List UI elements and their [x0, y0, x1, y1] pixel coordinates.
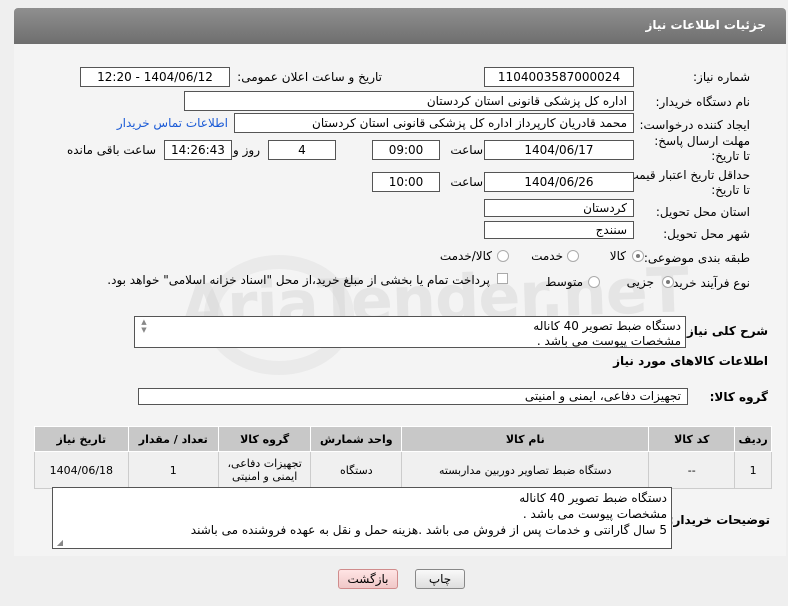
validity-time-field: 10:00	[372, 172, 440, 192]
process-minor-radio[interactable]	[662, 276, 674, 288]
table-row: 1404/06/18 1 تجهیزات دفاعی، ایمنی و امنی…	[34, 451, 772, 489]
buyer-contact-link[interactable]: اطلاعات تماس خریدار	[117, 116, 228, 130]
deadline-label: مهلت ارسال پاسخ: تا تاریخ:	[654, 134, 750, 163]
col-group: گروه کالا	[217, 426, 312, 452]
treasury-payment-text: پرداخت تمام یا بخشی از مبلغ خرید،از محل …	[107, 273, 490, 287]
creator-field: محمد قادریان کارپرداز اداره کل پزشکی قان…	[234, 113, 634, 133]
category-goods-radio[interactable]	[632, 250, 644, 262]
remaining-label: ساعت باقی مانده	[66, 143, 156, 157]
process-label: نوع فرآیند خرید :	[665, 276, 750, 290]
buyer-notes-label: توضیحات خریدار:	[668, 513, 770, 527]
province-field: کردستان	[484, 199, 634, 217]
process-minor-label: جزیی	[626, 275, 654, 289]
validity-date-field: 1404/06/26	[484, 172, 634, 192]
col-qty: تعداد / مقدار	[127, 426, 219, 452]
announce-label: تاریخ و ساعت اعلان عمومی:	[237, 70, 382, 84]
buyer-field: اداره کل پزشکی قانونی استان کردستان	[184, 91, 634, 111]
cell-code: --	[648, 451, 736, 489]
buyer-label: نام دستگاه خریدار:	[655, 95, 751, 109]
goods-section-title: اطلاعات کالاهای مورد نیاز	[613, 354, 768, 368]
buyer-notes-line-1: دستگاه ضبط تصویر 40 کاناله	[519, 491, 667, 505]
goods-table: تاریخ نیاز تعداد / مقدار گروه کالا واحد …	[34, 426, 772, 489]
description-label: شرح کلی نیاز:	[682, 324, 768, 338]
need-number-field: 1104003587000024	[484, 67, 634, 87]
process-medium-radio[interactable]	[588, 276, 600, 288]
cell-name: دستگاه ضبط تصاویر دوربین مداربسته	[401, 451, 650, 489]
cell-group-line-1: تجهیزات دفاعی،	[227, 457, 302, 470]
goods-group-label: گروه کالا:	[709, 390, 768, 404]
validity-label: حداقل تاریخ اعتبار قیمت: تا تاریخ:	[623, 168, 750, 197]
col-code: کد کالا	[648, 426, 736, 452]
cell-group: تجهیزات دفاعی، ایمنی و امنیتی	[217, 451, 312, 489]
cell-date: 1404/06/18	[34, 451, 129, 489]
category-service-label: خدمت	[531, 249, 563, 263]
category-goods-service-label: کالا/خدمت	[439, 249, 492, 263]
print-button[interactable]: چاپ	[415, 569, 465, 589]
days-field: 4	[268, 140, 336, 160]
category-goods-label: کالا	[609, 249, 626, 263]
city-label: شهر محل تحویل:	[663, 227, 750, 241]
page-header: جزئیات اطلاعات نیاز	[14, 8, 786, 44]
process-medium-label: متوسط	[545, 275, 583, 289]
description-textarea[interactable]: دستگاه ضبط تصویر 40 کاناله مشخصات پیوست …	[134, 316, 686, 348]
deadline-time-label: ساعت	[450, 143, 483, 157]
deadline-date-field: 1404/06/17	[484, 140, 634, 160]
col-date: تاریخ نیاز	[34, 426, 129, 452]
buyer-notes-line-3: 5 سال گارانتی و خدمات پس از فروش می باشد…	[190, 523, 667, 537]
province-label: استان محل تحویل:	[655, 205, 750, 219]
col-unit: واحد شمارش	[310, 426, 403, 452]
page-title: جزئیات اطلاعات نیاز	[645, 18, 766, 32]
cell-index: 1	[734, 451, 772, 489]
creator-label: ایجاد کننده درخواست:	[639, 118, 750, 132]
days-label: روز و	[233, 143, 260, 157]
deadline-time-field: 09:00	[372, 140, 440, 160]
category-service-radio[interactable]	[567, 250, 579, 262]
col-name: نام کالا	[401, 426, 650, 452]
goods-group-field: تجهیزات دفاعی، ایمنی و امنیتی	[138, 388, 688, 405]
buyer-notes-line-2: مشخصات پیوست می باشد .	[522, 507, 667, 521]
description-line-2: مشخصات پیوست می باشد .	[536, 334, 681, 348]
city-field: سنندج	[484, 221, 634, 239]
cell-unit: دستگاه	[310, 451, 403, 489]
buyer-notes-textarea[interactable]: دستگاه ضبط تصویر 40 کاناله مشخصات پیوست …	[52, 487, 672, 549]
cell-group-line-2: ایمنی و امنیتی	[231, 470, 298, 483]
category-goods-service-radio[interactable]	[497, 250, 509, 262]
goods-table-header: تاریخ نیاز تعداد / مقدار گروه کالا واحد …	[34, 426, 772, 452]
category-label: طبقه بندی موضوعی:	[643, 251, 750, 265]
back-button[interactable]: بازگشت	[338, 569, 398, 589]
cell-qty: 1	[127, 451, 219, 489]
remaining-time-field: 14:26:43	[164, 140, 232, 160]
announce-field: 1404/06/12 - 12:20	[80, 67, 230, 87]
validity-time-label: ساعت	[450, 175, 483, 189]
treasury-payment-checkbox[interactable]	[497, 273, 508, 284]
need-number-label: شماره نیاز:	[693, 70, 750, 84]
col-index: ردیف	[734, 426, 772, 452]
scroll-down-icon[interactable]: ▼	[139, 327, 149, 334]
description-line-1: دستگاه ضبط تصویر 40 کاناله	[533, 319, 681, 333]
scroll-up-icon[interactable]: ▲	[139, 319, 149, 326]
resize-grip-icon[interactable]: ◢	[55, 539, 65, 547]
